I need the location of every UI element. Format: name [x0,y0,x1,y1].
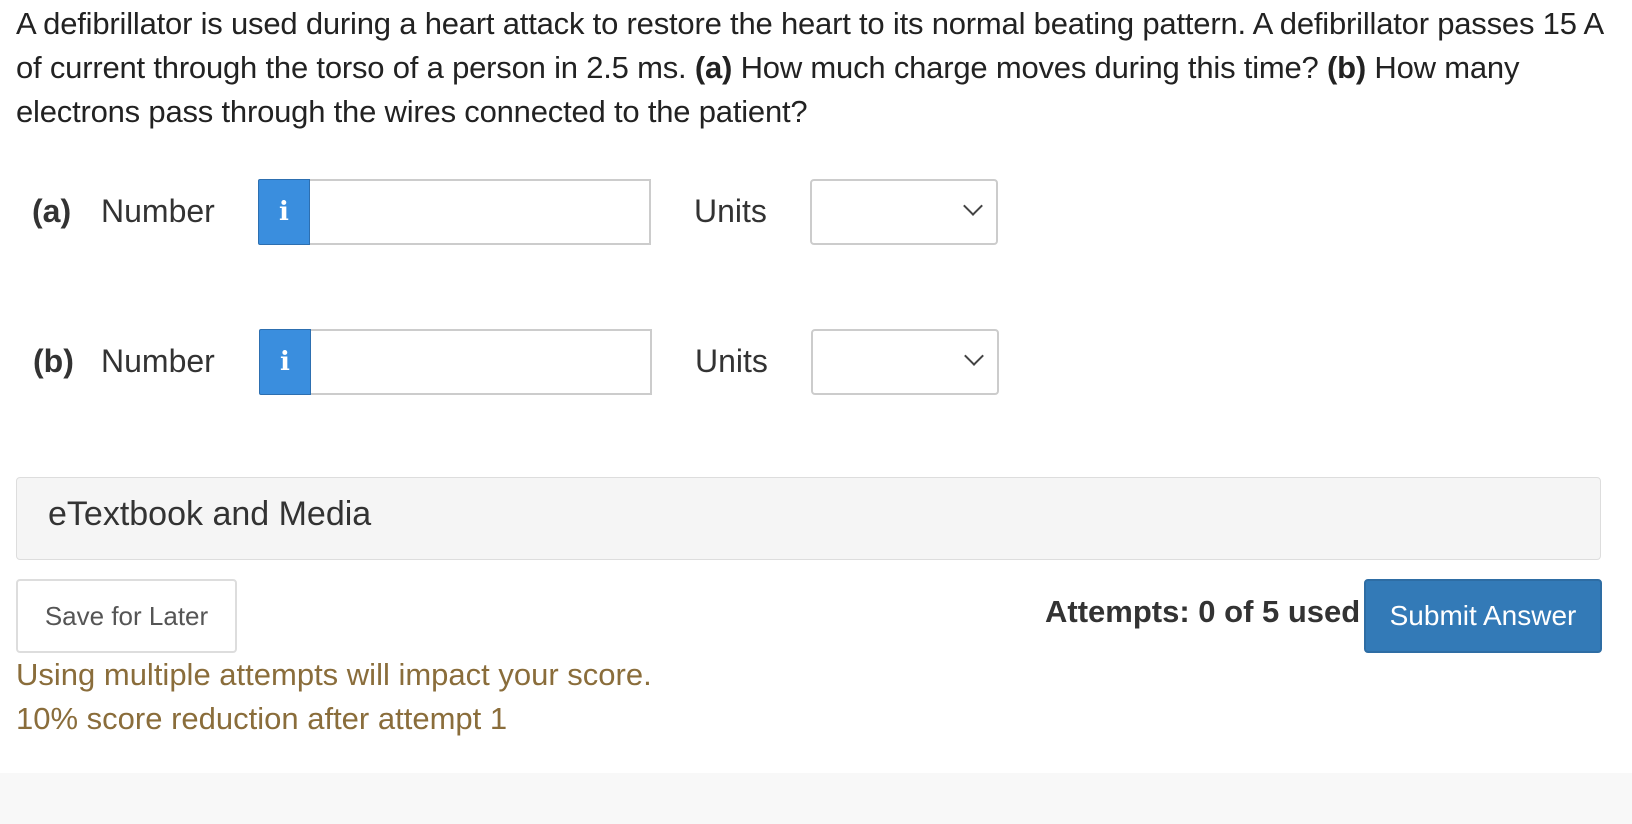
answer-row-a: (a) Number i Units [0,179,1000,245]
save-for-later-button[interactable]: Save for Later [16,579,237,653]
question-part-b-marker: (b) [1327,50,1366,85]
question-text-part-2: How much charge moves during this time? [732,50,1328,85]
page-footer-band [0,773,1632,824]
question-part-a-marker: (a) [694,50,733,85]
part-a-number-input[interactable] [310,179,651,245]
part-b-number-label: Number [101,343,215,379]
part-a-units-select[interactable] [810,179,998,245]
chevron-down-icon [963,196,983,216]
part-b-units-select[interactable] [811,329,999,395]
part-b-label: (b) [33,343,74,379]
question-text: A defibrillator is used during a heart a… [16,2,1616,134]
part-b-number-input[interactable] [311,329,652,395]
attempts-warning: Using multiple attempts will impact your… [16,653,652,741]
part-b-units-label: Units [695,343,768,379]
part-a-number-label: Number [101,193,215,229]
etextbook-media-panel[interactable]: eTextbook and Media [16,477,1601,560]
part-a-label: (a) [32,193,72,229]
answer-row-b: (b) Number i Units [0,329,1000,395]
attempts-warning-line-1: Using multiple attempts will impact your… [16,657,652,692]
submit-answer-button[interactable]: Submit Answer [1364,579,1602,653]
info-icon: i [279,197,289,227]
part-b-info-button[interactable]: i [259,329,311,395]
etextbook-media-title[interactable]: eTextbook and Media [48,495,371,534]
part-a-units-label: Units [694,193,767,229]
attempts-warning-line-2: 10% score reduction after attempt 1 [16,701,508,736]
chevron-down-icon [964,346,984,366]
attempts-counter: Attempts: 0 of 5 used [1045,594,1361,629]
info-icon: i [280,347,290,377]
part-a-info-button[interactable]: i [258,179,310,245]
